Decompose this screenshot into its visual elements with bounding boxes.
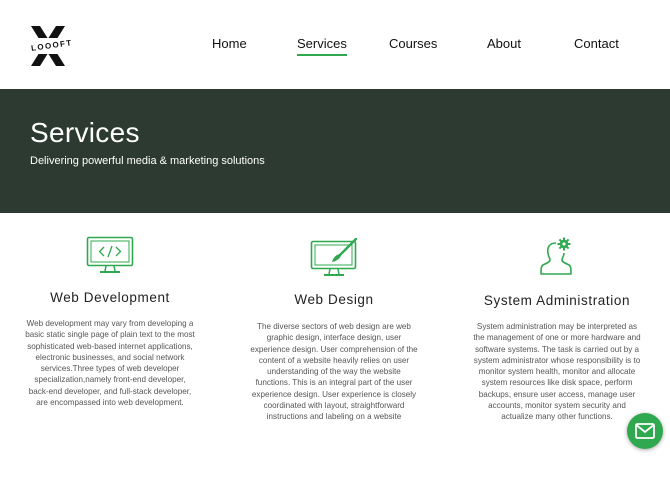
service-description: Web development may vary from developing… — [25, 319, 195, 408]
main-nav: Home Services Courses About Contact — [0, 36, 670, 60]
nav-courses[interactable]: Courses — [389, 36, 437, 51]
nav-services[interactable]: Services — [297, 36, 347, 56]
page-subtitle: Delivering powerful media & marketing so… — [30, 155, 265, 167]
code-monitor-icon — [86, 236, 134, 273]
service-web-development: Web Development Web development may vary… — [25, 236, 195, 408]
nav-home[interactable]: Home — [212, 36, 247, 51]
service-web-design: Web Design The diverse sectors of web de… — [249, 238, 419, 423]
service-title: Web Design — [294, 292, 374, 307]
mail-icon — [635, 423, 655, 439]
mail-button[interactable] — [627, 413, 663, 449]
user-gear-icon — [540, 237, 572, 275]
nav-about[interactable]: About — [487, 36, 521, 51]
nav-contact[interactable]: Contact — [574, 36, 619, 51]
page-title: Services — [30, 117, 140, 148]
service-system-administration: System Administration System administrat… — [472, 236, 642, 423]
service-description: System administration may be interpreted… — [473, 322, 641, 422]
service-title: Web Development — [50, 290, 170, 305]
hero-banner: Services Delivering powerful media & mar… — [0, 89, 670, 213]
site-header: LOOOFT Home Services Courses About Conta… — [0, 0, 670, 89]
service-description: The diverse sectors of web design are we… — [250, 322, 418, 422]
design-monitor-icon — [310, 238, 358, 276]
service-title: System Administration — [483, 293, 631, 308]
